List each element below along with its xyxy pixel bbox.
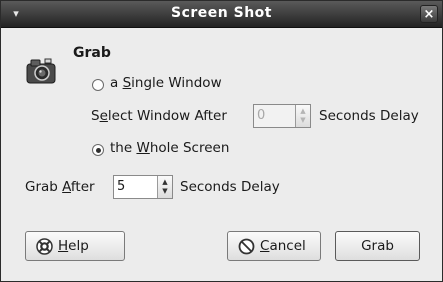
single-window-label[interactable]: a Single Window [110,75,222,91]
select-window-delay-spinner[interactable]: 0 ▲ ▼ [253,104,311,128]
cancel-button-label[interactable]: Cancel [260,238,306,254]
help-icon [36,238,53,255]
whole-screen-label[interactable]: the Whole Screen [110,140,229,156]
window-title: Screen Shot [171,5,272,21]
close-icon[interactable]: × [420,5,438,23]
title-bar[interactable]: ▾ Screen Shot × [1,1,442,28]
select-window-delay-arrows[interactable]: ▲ ▼ [295,105,310,127]
spin-up-icon[interactable]: ▲ [296,107,310,115]
select-window-delay-value[interactable]: 0 [257,108,265,123]
help-button-label[interactable]: Help [58,238,89,254]
grab-after-label: Grab After [25,179,95,195]
spin-up-icon[interactable]: ▲ [158,178,172,186]
grab-after-delay-value[interactable]: 5 [117,179,125,194]
spin-down-icon[interactable]: ▼ [158,187,172,195]
camera-icon [26,58,56,84]
help-button[interactable]: Help [25,231,125,261]
single-window-radio[interactable] [92,79,104,91]
cancel-icon [238,238,255,255]
spin-down-icon[interactable]: ▼ [296,116,310,124]
screenshot-dialog: ▾ Screen Shot × Grab a Single Window Sel… [0,0,443,282]
grab-heading: Grab [73,45,111,61]
whole-screen-radio[interactable] [92,144,104,156]
grab-after-delay-suffix: Seconds Delay [180,179,280,195]
grab-button-label[interactable]: Grab [336,238,419,254]
select-window-delay-suffix: Seconds Delay [319,108,419,124]
cancel-button[interactable]: Cancel [227,231,321,261]
grab-after-delay-arrows[interactable]: ▲ ▼ [157,176,172,198]
grab-after-delay-spinner[interactable]: 5 ▲ ▼ [113,175,173,199]
select-window-after-label: Select Window After [91,108,227,124]
grab-button[interactable]: Grab [335,231,420,261]
